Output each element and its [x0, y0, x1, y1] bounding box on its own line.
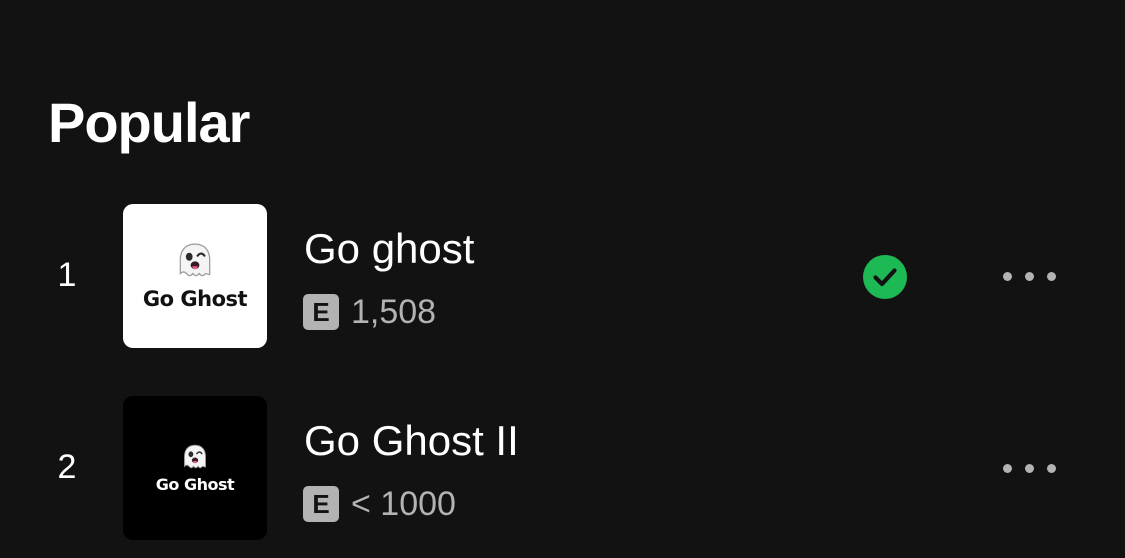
section-title: Popular: [48, 91, 250, 154]
check-circle-icon[interactable]: [862, 254, 908, 300]
track-meta: E 1,508: [303, 292, 436, 332]
more-options-button[interactable]: [994, 258, 1064, 294]
track-title[interactable]: Go Ghost II: [304, 414, 519, 468]
play-count: < 1000: [351, 485, 456, 523]
track-meta: E < 1000: [303, 484, 456, 524]
more-options-icon: [1024, 463, 1034, 473]
more-options-icon: [1002, 271, 1012, 281]
ghost-icon: [179, 243, 211, 277]
track-cover: Go Ghost: [123, 204, 267, 348]
track-number: 1: [57, 256, 77, 294]
explicit-badge: E: [303, 294, 339, 330]
more-options-icon: [1024, 271, 1034, 281]
more-options-icon: [1046, 463, 1056, 473]
cover-title: Go Ghost: [155, 474, 235, 494]
track-row[interactable]: 1 Go Ghost Go ghost E 1,508: [0, 202, 1125, 348]
play-count: 1,508: [351, 293, 437, 331]
more-options-button[interactable]: [994, 450, 1064, 486]
track-cover: Go Ghost: [123, 396, 267, 540]
ghost-icon: [184, 444, 206, 468]
track-row[interactable]: 2 Go Ghost Go Ghost II E < 1000: [0, 394, 1125, 540]
more-options-icon: [1046, 271, 1056, 281]
track-number: 2: [57, 448, 77, 486]
more-options-icon: [1002, 463, 1012, 473]
track-title[interactable]: Go ghost: [304, 222, 474, 276]
explicit-badge: E: [303, 486, 339, 522]
cover-title: Go Ghost: [142, 287, 248, 311]
